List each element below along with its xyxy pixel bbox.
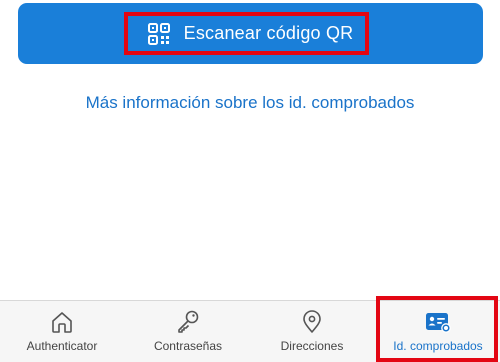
scan-qr-button-label: Escanear código QR [183, 23, 354, 43]
tab-verified-ids-label: Id. comprobados [393, 339, 483, 353]
tab-passwords[interactable]: Contraseñas [140, 301, 236, 362]
tab-passwords-label: Contraseñas [153, 339, 223, 353]
qr-code-icon [147, 22, 170, 45]
id-card-icon [426, 313, 451, 333]
home-icon [52, 312, 72, 333]
tab-verified-ids[interactable]: Id. comprobados [380, 301, 496, 362]
location-pin-icon [303, 310, 321, 333]
key-icon [178, 310, 199, 333]
scan-qr-button[interactable]: Escanear código QR [18, 3, 483, 64]
tab-authenticator[interactable]: Authenticator [14, 301, 110, 362]
tab-addresses-label: Direcciones [280, 339, 344, 353]
scan-qr-button-content: Escanear código QR [147, 22, 354, 45]
tab-addresses[interactable]: Direcciones [264, 301, 360, 362]
verified-ids-info-link[interactable]: Más información sobre los id. comprobado… [0, 93, 500, 113]
bottom-tab-bar: Authenticator Contraseñas Direcciones Id… [0, 300, 500, 362]
tab-authenticator-label: Authenticator [26, 339, 98, 353]
